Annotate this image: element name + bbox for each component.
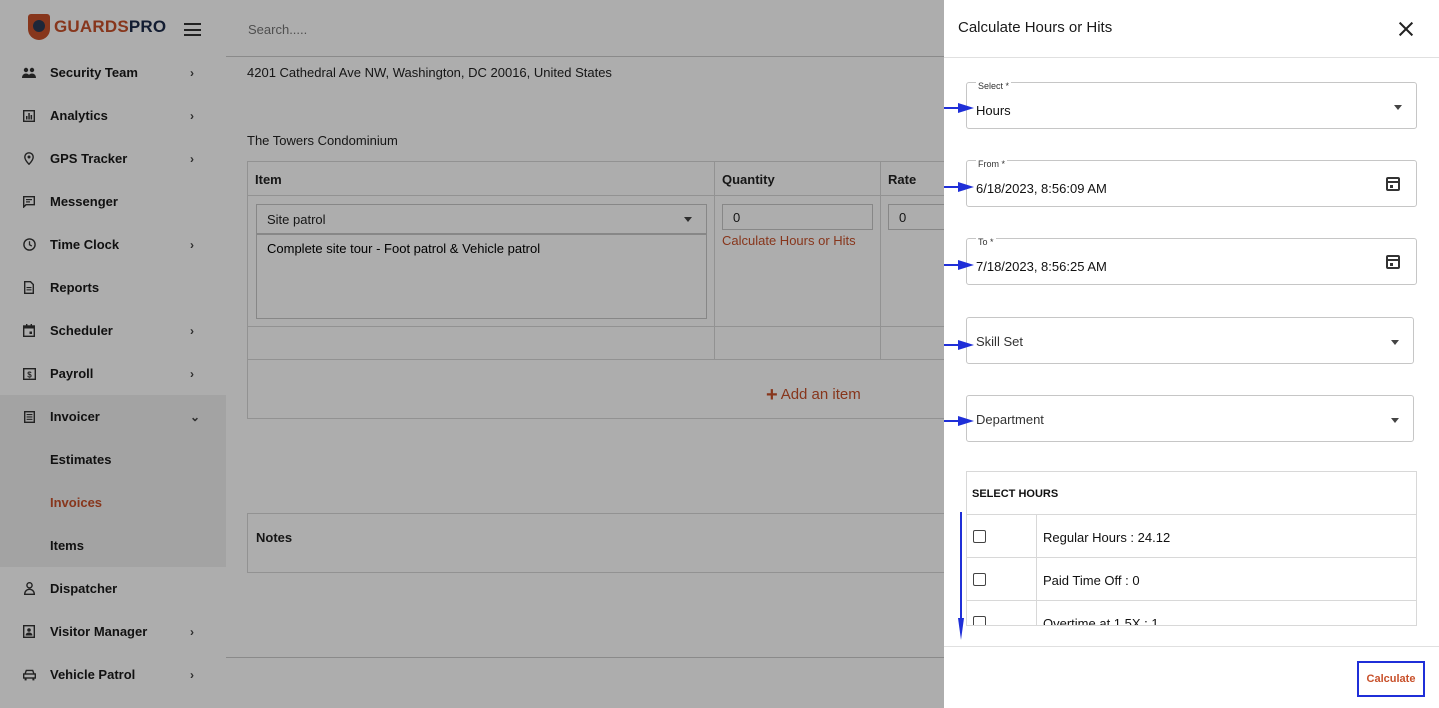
department-select[interactable]: Department — [966, 395, 1414, 442]
panel-header: Calculate Hours or Hits — [944, 0, 1439, 58]
calendar-icon[interactable] — [1386, 177, 1400, 191]
checkbox-cell — [967, 601, 1037, 625]
annotation-arrow-down-icon — [958, 512, 964, 640]
skill-set-select[interactable]: Skill Set — [966, 317, 1414, 364]
panel-title: Calculate Hours or Hits — [958, 19, 1113, 36]
panel-footer: Calculate — [944, 646, 1439, 708]
hours-label: Regular Hours : 24.12 — [1043, 530, 1171, 545]
field-value: 7/18/2023, 8:56:25 AM — [976, 259, 1107, 274]
hours-row: Overtime at 1.5X : 1 — [967, 600, 1416, 626]
type-select[interactable]: Select * Hours — [966, 81, 1417, 129]
close-icon[interactable] — [1396, 19, 1416, 39]
hours-checkbox[interactable] — [973, 573, 986, 586]
calendar-icon[interactable] — [1386, 255, 1400, 269]
hours-row: Paid Time Off : 0 — [967, 557, 1416, 601]
field-label: Select * — [976, 81, 1012, 91]
chevron-down-icon — [1394, 105, 1402, 110]
select-hours-title: SELECT HOURS — [972, 488, 1059, 500]
chevron-down-icon — [1391, 418, 1399, 423]
hours-checkbox[interactable] — [973, 530, 986, 543]
field-label: From * — [976, 159, 1007, 169]
hours-label: Overtime at 1.5X : 1 — [1043, 616, 1159, 626]
hours-checkbox[interactable] — [973, 616, 986, 625]
from-date-field[interactable]: From * 6/18/2023, 8:56:09 AM — [966, 159, 1417, 207]
annotation-arrow-icon — [944, 416, 974, 426]
annotation-arrow-icon — [944, 103, 974, 113]
to-date-field[interactable]: To * 7/18/2023, 8:56:25 AM — [966, 237, 1417, 285]
field-placeholder: Department — [976, 412, 1044, 427]
checkbox-cell — [967, 515, 1037, 558]
modal-backdrop[interactable] — [0, 0, 944, 708]
field-value: 6/18/2023, 8:56:09 AM — [976, 181, 1107, 196]
checkbox-cell — [967, 558, 1037, 601]
field-label: To * — [976, 237, 996, 247]
hours-row: Regular Hours : 24.12 — [967, 514, 1416, 558]
select-hours-table[interactable]: SELECT HOURS Regular Hours : 24.12 Paid … — [966, 471, 1417, 626]
annotation-arrow-icon — [944, 340, 974, 350]
chevron-down-icon — [1391, 340, 1399, 345]
hours-label: Paid Time Off : 0 — [1043, 573, 1140, 588]
annotation-arrow-icon — [944, 182, 974, 192]
field-placeholder: Skill Set — [976, 334, 1023, 349]
annotation-arrow-icon — [944, 260, 974, 270]
calculate-hours-panel: Calculate Hours or Hits Select * Hours F… — [944, 0, 1439, 708]
field-value: Hours — [976, 103, 1011, 118]
calculate-button[interactable]: Calculate — [1357, 661, 1425, 697]
